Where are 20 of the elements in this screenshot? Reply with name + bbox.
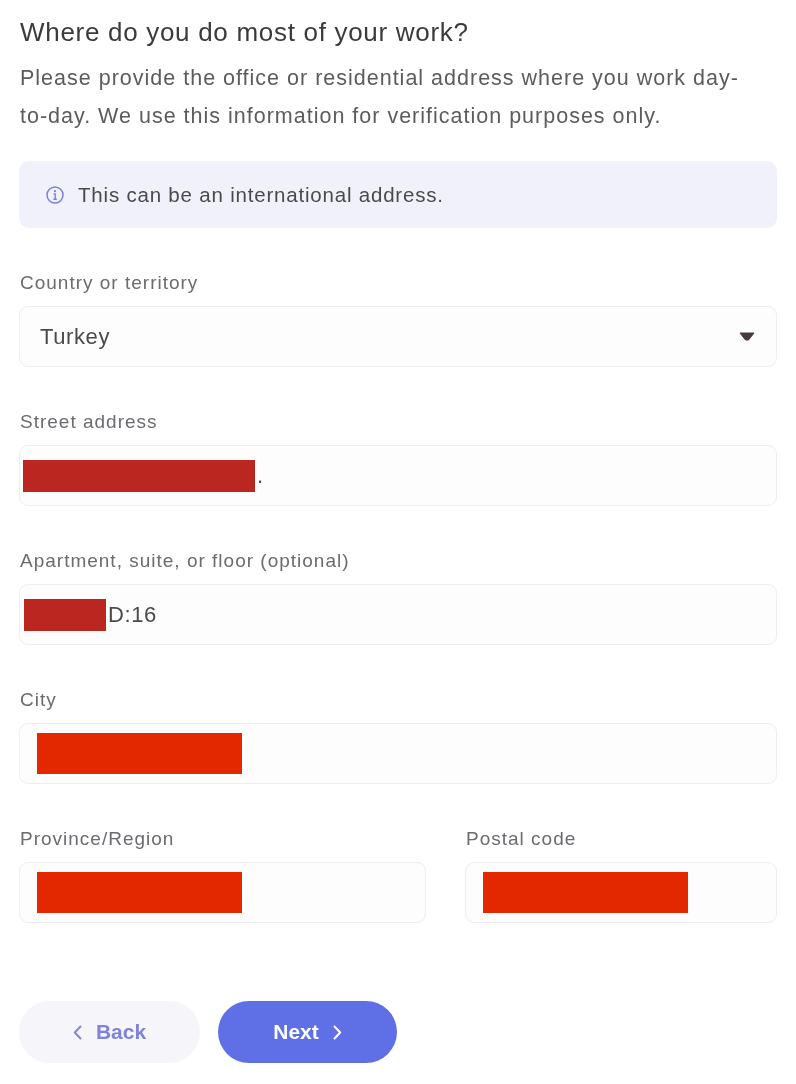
text-input-field[interactable] [465, 862, 777, 923]
next-button[interactable]: Next [218, 1001, 397, 1063]
chevron-right-icon [332, 1024, 342, 1040]
form-heading: Where do you do most of your work? [20, 17, 469, 47]
field-label: Province/Region [20, 827, 175, 851]
dropdown-select[interactable]: Turkey [19, 306, 777, 367]
chevron-left-icon [72, 1024, 82, 1040]
caret-icon [739, 332, 755, 341]
text-input-field[interactable]: . [19, 445, 777, 506]
text-input-field[interactable] [19, 723, 777, 784]
field-label: Postal code [466, 827, 577, 851]
form-description: Please provide the office or residential address where you work day-to-day. We use this information for verification purposes only. [20, 65, 740, 130]
field-label: Street address [20, 410, 158, 434]
field-label: City [20, 688, 57, 712]
info-text: This can be an international address. [78, 182, 444, 207]
field-label: Apartment, suite, or floor (optional) [20, 549, 350, 573]
info-icon [46, 185, 64, 204]
field-label: Country or territory [20, 271, 199, 295]
text-input-field[interactable] [19, 862, 426, 923]
text-input-field[interactable]: D:16 [19, 584, 777, 645]
